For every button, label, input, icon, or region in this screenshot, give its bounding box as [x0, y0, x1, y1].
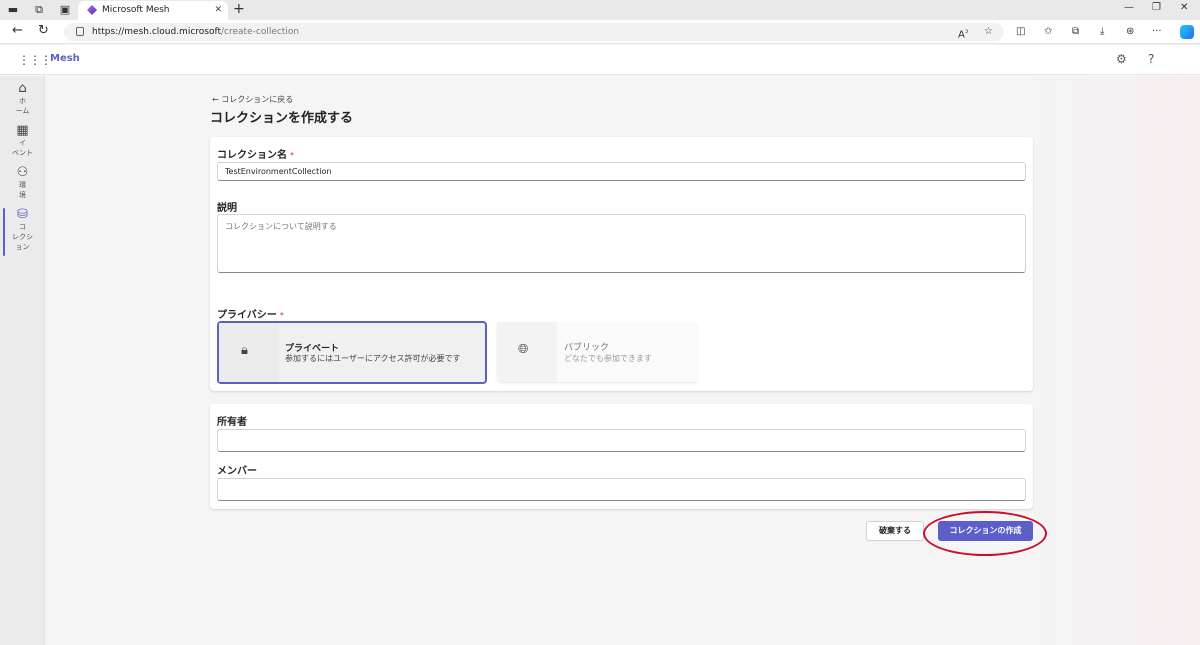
rail-item-collections[interactable]: ⛁ コ レクシ ョン: [0, 207, 45, 256]
downloads-icon[interactable]: ⤓: [1100, 26, 1104, 38]
address-bar: ← ↻ https://mesh.cloud.microsoft/create-…: [0, 20, 1200, 44]
page-title: コレクションを作成する: [210, 111, 354, 126]
profile-icon[interactable]: ▬: [6, 3, 20, 17]
tab-microsoft-mesh[interactable]: Microsoft Mesh ✕: [78, 1, 228, 20]
calendar-icon: ▦: [16, 123, 29, 138]
collection-name-input[interactable]: TestEnvironmentCollection: [217, 162, 1026, 181]
browser-tab-strip: ▬ ⧉ ▣ Microsoft Mesh ✕ + — ❐ ✕: [0, 0, 1200, 20]
app-header: ⋮⋮⋮ Mesh ⚙ ?: [0, 45, 1200, 75]
tab-actions-icon[interactable]: ▣: [58, 3, 72, 17]
new-tab-button[interactable]: +: [233, 2, 245, 16]
members-input[interactable]: [217, 478, 1026, 501]
collections-icon[interactable]: ⧉: [1072, 26, 1079, 38]
tab-close-icon[interactable]: ✕: [214, 1, 222, 20]
favorite-star-icon[interactable]: ☆: [984, 26, 993, 38]
rail-item-home[interactable]: ⌂ ホ ーム: [0, 82, 45, 116]
globe-icon: 🌐︎: [518, 342, 529, 357]
url-text: https://mesh.cloud.microsoft/create-coll…: [92, 27, 300, 37]
left-rail: ⌂ ホ ーム ▦ イ ベント ⚇ 環 境 ⛁ コ レクシ ョン: [0, 76, 45, 645]
rail-item-label: コ レクシ ョン: [12, 223, 33, 251]
tab-title: Microsoft Mesh: [102, 5, 170, 15]
rail-item-events[interactable]: ▦ イ ベント: [0, 124, 45, 158]
rail-item-label: 環 境: [19, 181, 26, 199]
close-window-button[interactable]: ✕: [1180, 2, 1188, 13]
brand-title[interactable]: Mesh: [50, 53, 80, 64]
people-icon: ⚇: [16, 165, 29, 180]
back-to-collections-link[interactable]: ← コレクションに戻る: [212, 94, 293, 105]
help-button[interactable]: ?: [1148, 52, 1154, 66]
home-icon: ⌂: [18, 81, 27, 96]
description-textarea[interactable]: コレクションについて説明する: [217, 214, 1026, 273]
annotation-highlight-circle: [923, 511, 1047, 556]
gear-icon[interactable]: ⚙: [1116, 52, 1127, 66]
mesh-favicon-icon: [87, 5, 97, 15]
rail-item-label: イ ベント: [12, 139, 33, 157]
minimize-button[interactable]: —: [1124, 2, 1134, 13]
owner-field-label: 所有者: [217, 417, 247, 428]
refresh-icon[interactable]: ↻: [38, 24, 49, 38]
split-screen-icon[interactable]: ◫: [1016, 26, 1025, 38]
privacy-option-title: パブリック: [564, 343, 610, 353]
copilot-icon[interactable]: [1180, 25, 1194, 39]
app-launcher-icon[interactable]: ⋮⋮⋮: [18, 54, 52, 66]
read-aloud-icon[interactable]: Aↄ: [958, 26, 968, 41]
privacy-option-description: どなたでも参加できます: [564, 354, 652, 363]
privacy-field-label: プライバシー *: [217, 310, 284, 321]
description-field-label: 説明: [217, 203, 237, 214]
name-field-label: コレクション名 *: [217, 150, 294, 161]
required-mark: *: [279, 311, 284, 320]
rail-item-label: ホ ーム: [15, 97, 30, 115]
privacy-option-public[interactable]: 🌐︎ パブリック どなたでも参加できます: [497, 322, 697, 382]
back-arrow-icon[interactable]: ←: [12, 24, 23, 38]
privacy-option-description: 参加するにはユーザーにアクセス許可が必要です: [285, 354, 461, 363]
required-mark: *: [290, 151, 294, 160]
restore-button[interactable]: ❐: [1152, 2, 1161, 13]
url-field[interactable]: https://mesh.cloud.microsoft/create-coll…: [64, 23, 1004, 41]
extensions-icon[interactable]: ⊛: [1126, 26, 1134, 38]
rail-item-environments[interactable]: ⚇ 環 境: [0, 166, 45, 200]
site-info-lock-icon[interactable]: [76, 27, 84, 36]
collection-icon: ⛁: [17, 207, 28, 222]
workspaces-icon[interactable]: ⧉: [32, 3, 46, 17]
privacy-option-private[interactable]: 🔒︎ プライベート 参加するにはユーザーにアクセス許可が必要です: [217, 321, 487, 384]
favorites-icon[interactable]: ✩: [1044, 26, 1052, 38]
back-arrow-icon: ←: [212, 95, 219, 104]
owner-input[interactable]: [217, 429, 1026, 452]
members-field-label: メンバー: [217, 466, 257, 477]
discard-button[interactable]: 破棄する: [866, 521, 924, 541]
lock-icon: 🔒︎: [241, 343, 248, 358]
more-menu-icon[interactable]: ···: [1152, 26, 1162, 38]
